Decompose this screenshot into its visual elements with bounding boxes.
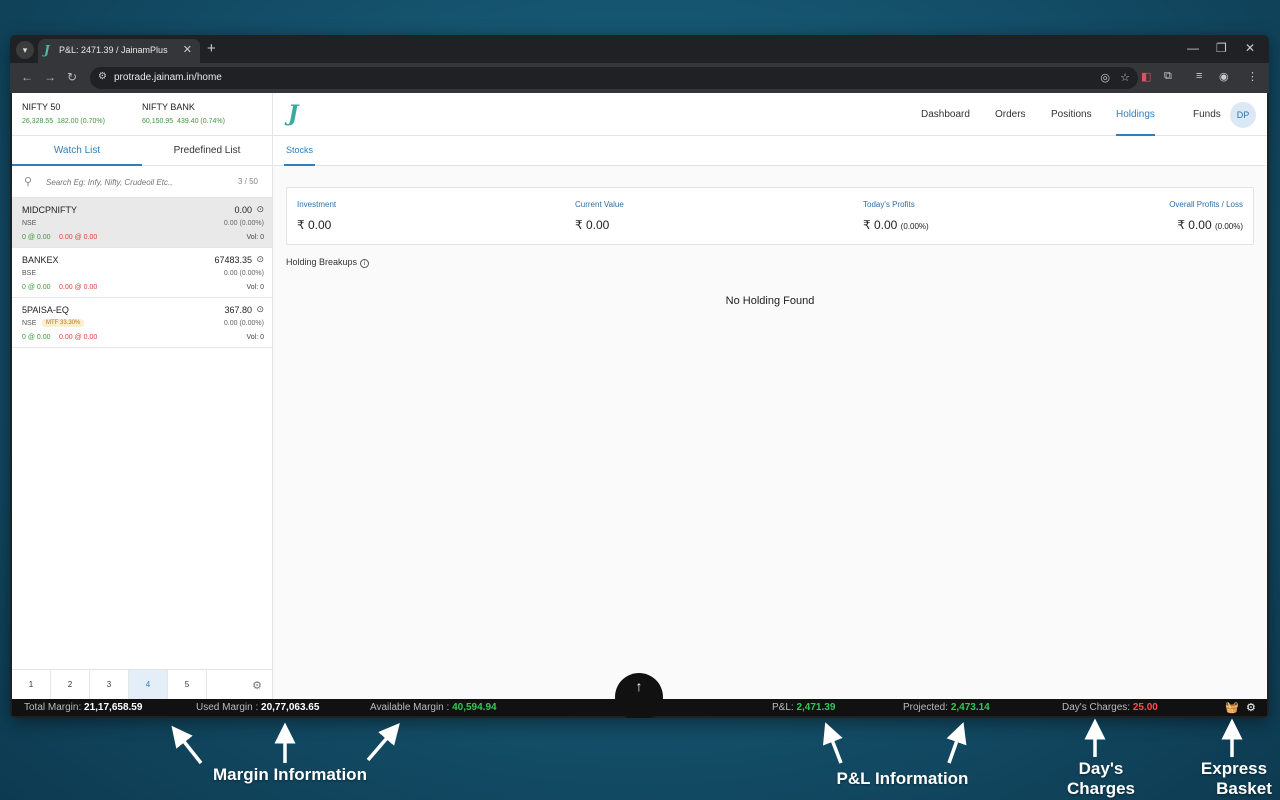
pnl-annotation: P&L Information bbox=[836, 769, 969, 788]
charges-annotation: Day's Charges bbox=[1066, 759, 1136, 798]
basket-annotation: Express Basket bbox=[1200, 759, 1272, 798]
arrow-available-margin bbox=[366, 723, 400, 762]
arrow-total-margin bbox=[171, 725, 203, 765]
annotation-arrows bbox=[171, 718, 1243, 765]
arrow-pnl bbox=[822, 722, 843, 764]
margin-annotation: Margin Information bbox=[213, 765, 367, 784]
arrow-projected bbox=[946, 722, 967, 764]
